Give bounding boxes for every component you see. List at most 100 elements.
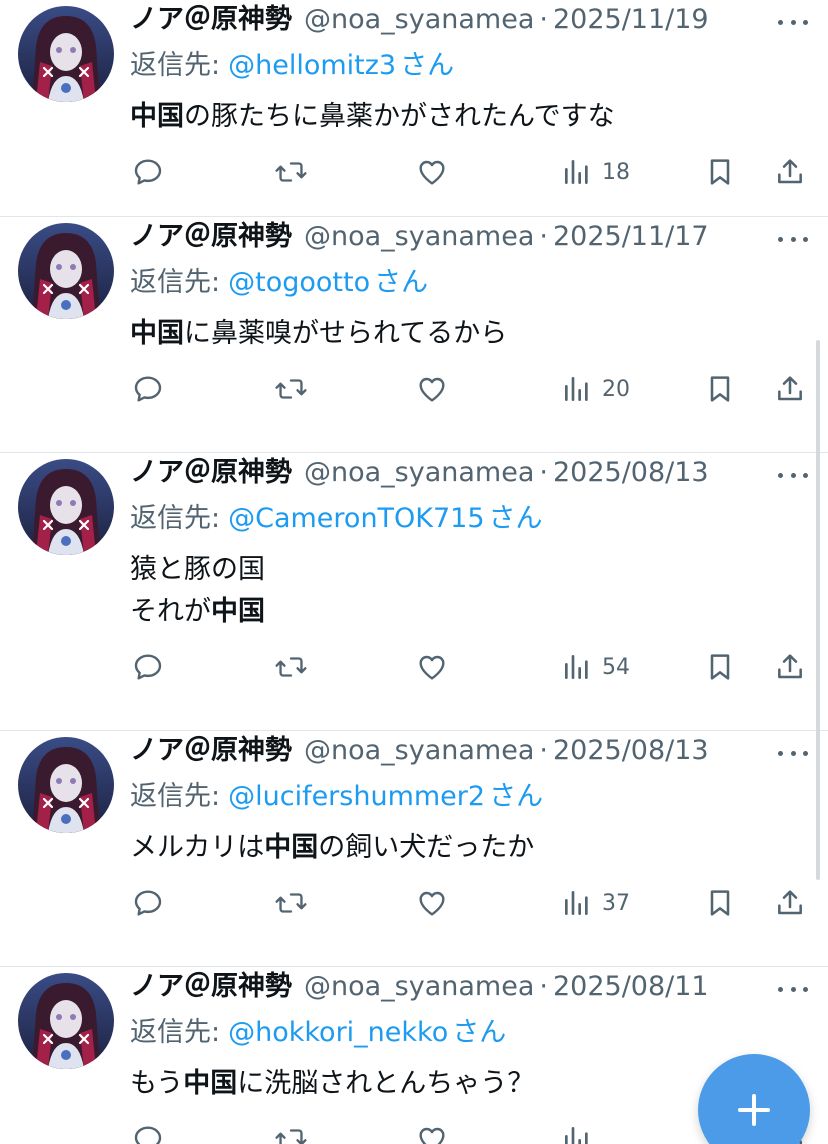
share-icon bbox=[774, 651, 806, 683]
reply-to: 返信先: @lucifershummer2 さん bbox=[130, 777, 543, 817]
reply-to: 返信先: @CameronTOK715 さん bbox=[130, 499, 543, 539]
reply-to-prefix: 返信先: bbox=[130, 503, 221, 534]
views-button[interactable]: 20 bbox=[562, 369, 630, 409]
bar-chart-icon bbox=[562, 887, 592, 919]
action-bar: 37 bbox=[0, 883, 828, 923]
views-button[interactable]: 54 bbox=[562, 647, 630, 687]
views-button[interactable]: 18 bbox=[562, 152, 630, 192]
bookmark-icon bbox=[705, 156, 735, 188]
heart-icon bbox=[416, 156, 448, 188]
share-button[interactable] bbox=[774, 883, 806, 923]
user-handle[interactable]: @noa_syanamea bbox=[304, 0, 534, 40]
display-name[interactable]: ノア＠原神勢 bbox=[130, 967, 292, 1007]
share-button[interactable] bbox=[774, 647, 806, 687]
scrollbar[interactable] bbox=[816, 340, 820, 880]
tweet[interactable]: ノア＠原神勢 @noa_syanamea · 2025/11/19 返信先: @hello… bbox=[0, 0, 828, 217]
reply-to-suffix: さん bbox=[400, 50, 455, 81]
plus-icon-stroke bbox=[752, 1094, 756, 1126]
tweet[interactable]: ノア＠原神勢 @noa_syanamea · 2025/11/17 返信先: @togoo… bbox=[0, 217, 828, 453]
reply-button[interactable] bbox=[132, 647, 164, 687]
more-dots-icon[interactable] bbox=[778, 235, 808, 243]
share-button[interactable] bbox=[774, 152, 806, 192]
separator-dot: · bbox=[539, 735, 548, 766]
like-button[interactable] bbox=[416, 883, 448, 923]
tweet[interactable]: ノア＠原神勢 @noa_syanamea · 2025/08/13 返信先: @Camer… bbox=[0, 453, 828, 731]
view-count: 18 bbox=[602, 159, 630, 185]
speech-bubble-icon bbox=[132, 651, 164, 683]
retweet-button[interactable] bbox=[274, 369, 308, 409]
retweet-button[interactable] bbox=[274, 152, 308, 192]
heart-icon bbox=[416, 651, 448, 683]
avatar[interactable] bbox=[18, 459, 114, 555]
heart-icon bbox=[416, 373, 448, 405]
reply-to: 返信先: @hellomitz3 さん bbox=[130, 46, 454, 86]
tweet-header: ノア＠原神勢 @noa_syanamea · 2025/08/11 bbox=[130, 967, 709, 1007]
views-button[interactable]: 37 bbox=[562, 883, 630, 923]
tweet-date[interactable]: 2025/08/13 bbox=[553, 453, 709, 493]
tweet-date[interactable]: 2025/08/11 bbox=[553, 967, 709, 1007]
heart-icon bbox=[416, 887, 448, 919]
bookmark-icon bbox=[705, 373, 735, 405]
bookmark-button[interactable] bbox=[705, 883, 735, 923]
reply-to-handle[interactable]: @CameronTOK715 bbox=[228, 503, 484, 534]
tweet-text-line: それが中国 bbox=[130, 591, 265, 633]
display-name[interactable]: ノア＠原神勢 bbox=[130, 731, 292, 771]
tweet-text: 猿と豚の国 それが中国 bbox=[130, 549, 265, 633]
reply-button[interactable] bbox=[132, 1119, 164, 1144]
more-dots-icon[interactable] bbox=[778, 985, 808, 993]
more-dots-icon[interactable] bbox=[778, 18, 808, 26]
text-segment: それが bbox=[130, 596, 211, 627]
reply-to-handle[interactable]: @hellomitz3 bbox=[228, 50, 396, 81]
retweet-button[interactable] bbox=[274, 647, 308, 687]
text-segment: の飼い犬だったか bbox=[318, 832, 535, 863]
heart-icon bbox=[416, 1123, 448, 1144]
reply-to-handle[interactable]: @lucifershummer2 bbox=[228, 781, 485, 812]
bold-text: 中国 bbox=[264, 832, 319, 863]
view-count: 37 bbox=[602, 890, 630, 916]
display-name[interactable]: ノア＠原神勢 bbox=[130, 217, 292, 257]
retweet-button[interactable] bbox=[274, 1119, 308, 1144]
bookmark-button[interactable] bbox=[705, 152, 735, 192]
reply-to-prefix: 返信先: bbox=[130, 781, 221, 812]
reply-button[interactable] bbox=[132, 369, 164, 409]
reply-button[interactable] bbox=[132, 883, 164, 923]
separator-dot: · bbox=[539, 221, 548, 252]
action-bar: 20 bbox=[0, 369, 828, 409]
bookmark-button[interactable] bbox=[705, 369, 735, 409]
avatar[interactable] bbox=[18, 6, 114, 102]
share-button[interactable] bbox=[774, 369, 806, 409]
reply-to-handle[interactable]: @togootto bbox=[228, 267, 370, 298]
retweet-button[interactable] bbox=[274, 883, 308, 923]
user-handle[interactable]: @noa_syanamea bbox=[304, 731, 534, 771]
reply-button[interactable] bbox=[132, 152, 164, 192]
separator-dot: · bbox=[539, 971, 548, 1002]
retweet-icon bbox=[274, 887, 308, 919]
user-handle[interactable]: @noa_syanamea bbox=[304, 967, 534, 1007]
separator-dot: · bbox=[539, 457, 548, 488]
more-dots-icon[interactable] bbox=[778, 749, 808, 757]
display-name[interactable]: ノア＠原神勢 bbox=[130, 453, 292, 493]
user-handle[interactable]: @noa_syanamea bbox=[304, 453, 534, 493]
like-button[interactable] bbox=[416, 369, 448, 409]
tweet-date[interactable]: 2025/11/19 bbox=[553, 0, 709, 40]
tweet-date[interactable]: 2025/08/13 bbox=[553, 731, 709, 771]
tweet-text-line: もう中国に洗脳されとんちゃう？ bbox=[130, 1063, 534, 1105]
tweet[interactable]: ノア＠原神勢 @noa_syanamea · 2025/08/13 返信先: @lucif… bbox=[0, 731, 828, 967]
avatar[interactable] bbox=[18, 973, 114, 1069]
reply-to-handle[interactable]: @hokkori_nekko bbox=[228, 1017, 448, 1048]
avatar[interactable] bbox=[18, 737, 114, 833]
tweet-text: もう中国に洗脳されとんちゃう？ bbox=[130, 1063, 534, 1105]
speech-bubble-icon bbox=[132, 156, 164, 188]
tweet-date[interactable]: 2025/11/17 bbox=[553, 217, 709, 257]
bold-text: 中国 bbox=[183, 1068, 238, 1099]
bookmark-button[interactable] bbox=[705, 647, 735, 687]
timeline: ノア＠原神勢 @noa_syanamea · 2025/11/19 返信先: @hello… bbox=[0, 0, 828, 1144]
user-handle[interactable]: @noa_syanamea bbox=[304, 217, 534, 257]
views-button[interactable] bbox=[562, 1119, 602, 1144]
display-name[interactable]: ノア＠原神勢 bbox=[130, 0, 292, 40]
avatar[interactable] bbox=[18, 223, 114, 319]
like-button[interactable] bbox=[416, 647, 448, 687]
like-button[interactable] bbox=[416, 152, 448, 192]
more-dots-icon[interactable] bbox=[778, 471, 808, 479]
like-button[interactable] bbox=[416, 1119, 448, 1144]
